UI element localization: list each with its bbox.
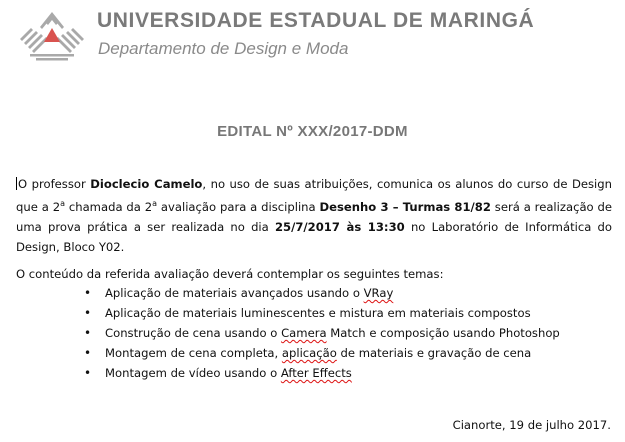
department-name: Departamento de Design e Moda [98, 39, 349, 58]
topics-list: Aplicação de materiais avançados usando … [64, 283, 604, 383]
list-item: Construção de cena usando o Camera Match… [64, 323, 604, 343]
list-item: Aplicação de materiais avançados usando … [64, 283, 604, 303]
signature-date: Cianorte, 19 de julho 2017. [452, 418, 611, 432]
announcement-paragraph: O professor Dioclecio Camelo, no uso de … [16, 177, 613, 254]
topics-intro: O conteúdo da referida avaliação deverá … [16, 267, 444, 281]
university-name: UNIVERSIDADE ESTADUAL DE MARINGÁ [97, 9, 535, 32]
course-name: Desenho 3 – Turmas 81/82 [319, 199, 491, 214]
professor-name: Dioclecio Camelo [90, 177, 203, 191]
text-cursor [16, 177, 17, 190]
letterhead: UNIVERSIDADE ESTADUAL DE MARINGÁ Departa… [0, 0, 625, 80]
document-title: EDITAL Nº XXX/2017-DDM [217, 123, 408, 140]
list-item: Montagem de vídeo usando o After Effects [64, 363, 604, 383]
list-item: Montagem de cena completa, aplicação de … [64, 343, 604, 363]
exam-datetime: 25/7/2017 às 13:30 [274, 219, 405, 234]
uem-logo-icon [20, 12, 84, 61]
list-item: Aplicação de materiais luminescentes e m… [64, 303, 604, 323]
